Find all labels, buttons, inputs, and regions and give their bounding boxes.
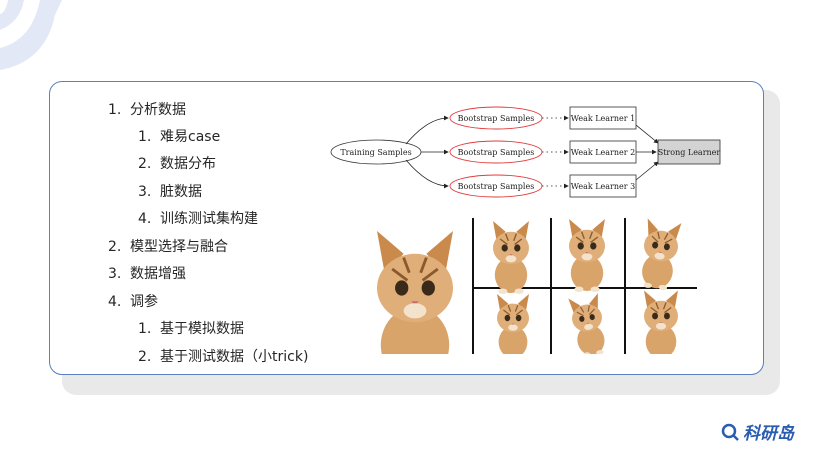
outline-item: 3. 脏数据 [138, 184, 202, 200]
corner-decoration [0, 0, 62, 70]
kitten-augmentation-image [355, 218, 697, 354]
brand-logo: 科研岛 [720, 419, 794, 444]
outline-item: 4. 调参 [108, 294, 158, 310]
outline-item: 2. 数据分布 [138, 156, 216, 172]
bootstrap-label: Bootstrap Samples [458, 182, 535, 191]
weak-learner-label: Weak Learner 1 [571, 114, 635, 123]
magnifier-q-icon [721, 423, 739, 441]
outline-item: 2. 基于测试数据（小trick) [138, 349, 309, 365]
outline-item: 4. 训练测试集构建 [138, 211, 258, 227]
outline-item: 1. 分析数据 [108, 102, 186, 118]
outline-item: 1. 难易case [138, 129, 221, 145]
outline-item: 3. 数据增强 [108, 266, 186, 282]
brand-name: 科研岛 [743, 424, 794, 444]
outline-item: 1. 基于模拟数据 [138, 321, 244, 337]
training-label: Training Samples [340, 148, 411, 157]
content-card: 1. 分析数据 1. 难易case 2. 数据分布 3. 脏数据 4. 训练测试集构建 2… [49, 81, 764, 375]
strong-learner-label: Strong Learner [658, 148, 721, 157]
weak-learner-label: Weak Learner 3 [571, 182, 635, 191]
bootstrap-label: Bootstrap Samples [458, 114, 535, 123]
outline-item: 2. 模型选择与融合 [108, 239, 228, 255]
weak-learner-label: Weak Learner 2 [571, 148, 635, 157]
bootstrap-label: Bootstrap Samples [458, 148, 535, 157]
bagging-diagram: Training Samples Bootstrap Samples Boots… [328, 100, 738, 205]
